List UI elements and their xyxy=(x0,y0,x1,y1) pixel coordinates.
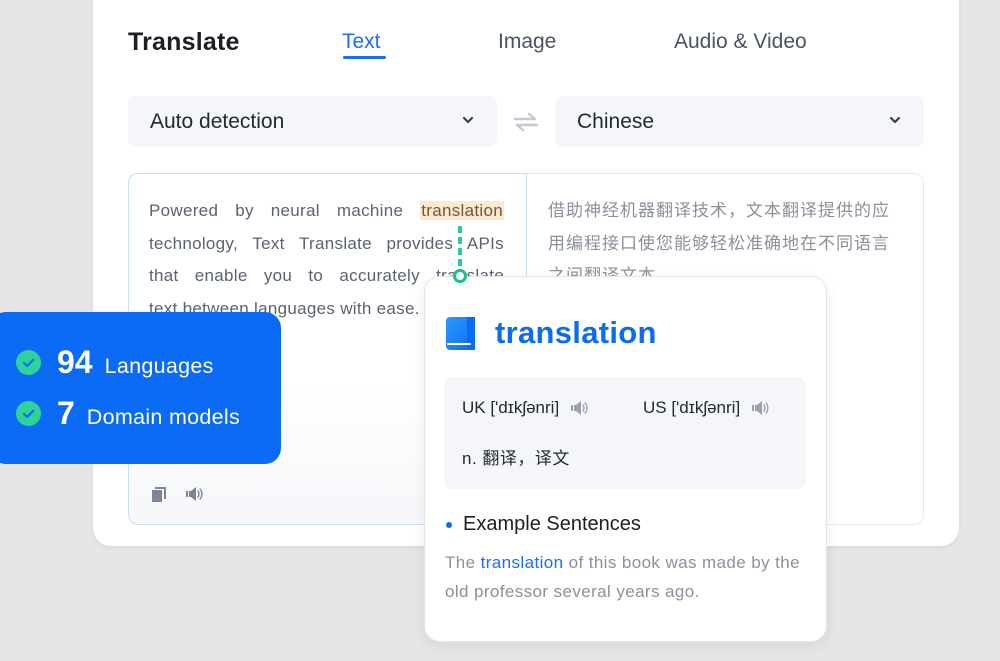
connector-dot xyxy=(453,269,467,283)
us-pronunciation: US ['dɪkʃənri] xyxy=(643,398,770,418)
pronunciation-panel xyxy=(444,377,806,489)
target-language-select[interactable]: Chinese xyxy=(555,96,924,147)
copy-icon[interactable] xyxy=(152,486,166,502)
speaker-icon[interactable] xyxy=(752,400,770,416)
source-text-line2: technology, Text Translate provides APIs xyxy=(149,233,504,253)
example-sentence: The translation of this book was made by… xyxy=(445,548,810,606)
highlighted-word[interactable]: translation xyxy=(420,201,504,220)
speaker-icon[interactable] xyxy=(571,400,589,416)
stat-languages: 94 Languages xyxy=(16,344,214,381)
word-meaning: n. 翻译，译文 xyxy=(462,449,570,468)
check-circle-icon xyxy=(16,401,41,426)
connector-line xyxy=(458,226,462,272)
stats-badge: 94 Languages 7 Domain models xyxy=(0,312,281,464)
source-text-line1: Powered by neural machine xyxy=(149,201,421,220)
target-language-value: Chinese xyxy=(577,109,655,133)
swap-arrows-icon[interactable] xyxy=(513,111,539,133)
source-language-select[interactable]: Auto detection xyxy=(128,96,497,147)
tab-audio-video[interactable]: Audio & Video xyxy=(674,30,807,54)
page-title: Translate xyxy=(128,28,240,56)
check-circle-icon xyxy=(16,350,41,375)
tab-text[interactable]: Text xyxy=(342,30,381,54)
source-language-value: Auto detection xyxy=(150,109,285,133)
active-tab-indicator xyxy=(343,56,386,59)
stat-label: Domain models xyxy=(86,405,241,429)
speaker-icon[interactable] xyxy=(186,486,204,502)
stat-number: 94 xyxy=(57,344,93,380)
example-keyword: translation xyxy=(480,553,564,572)
chevron-down-icon xyxy=(889,116,901,124)
stat-domain-models: 7 Domain models xyxy=(16,395,240,432)
uk-pronunciation-text: UK ['dɪkʃənri] xyxy=(462,398,560,417)
bullet-icon xyxy=(446,521,452,528)
uk-pronunciation: UK ['dɪkʃənri] xyxy=(462,398,589,418)
book-icon xyxy=(446,316,475,350)
stat-label: Languages xyxy=(104,354,214,378)
example-text-before: The xyxy=(445,553,481,572)
us-pronunciation-text: US ['dɪkʃənri] xyxy=(643,398,741,417)
source-toolbar xyxy=(152,486,204,502)
stat-number: 7 xyxy=(57,395,75,431)
chevron-down-icon xyxy=(462,116,474,124)
dictionary-header: translation xyxy=(446,315,657,351)
tab-image[interactable]: Image xyxy=(498,30,556,54)
dictionary-word: translation xyxy=(495,315,657,350)
example-heading-text: Example Sentences xyxy=(463,513,641,535)
example-heading: Example Sentences xyxy=(446,513,641,536)
